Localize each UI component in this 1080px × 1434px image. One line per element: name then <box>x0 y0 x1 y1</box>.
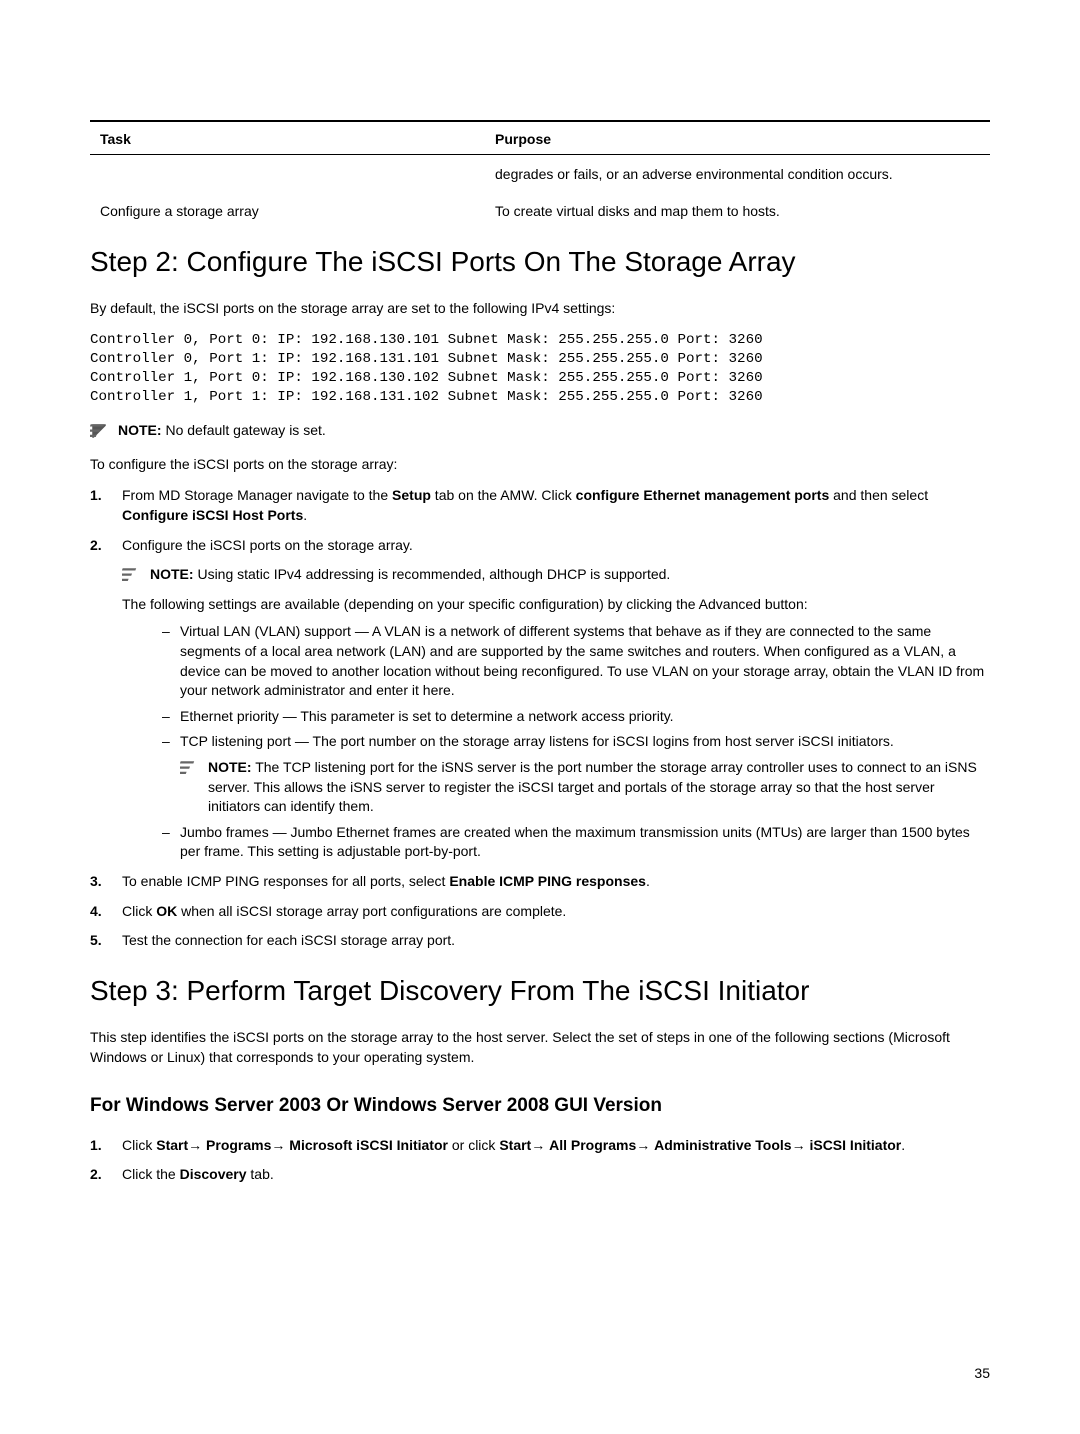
step3-steps: Click Start→ Programs→ Microsoft iSCSI I… <box>90 1136 990 1185</box>
section-title-step3: Step 3: Perform Target Discovery From Th… <box>90 971 990 1010</box>
table-header-task: Task <box>90 130 495 150</box>
table-header-row: Task Purpose <box>90 126 990 154</box>
table-row: Configure a storage array To create virt… <box>90 202 990 222</box>
list-item: TCP listening port — The port number on … <box>162 732 990 816</box>
table-row: degrades or fails, or an adverse environ… <box>90 165 990 185</box>
step2-steps: From MD Storage Manager navigate to the … <box>90 486 990 950</box>
page-number: 35 <box>974 1364 990 1384</box>
table-cell-purpose: To create virtual disks and map them to … <box>495 202 990 222</box>
list-item: From MD Storage Manager navigate to the … <box>90 486 990 525</box>
subitem-text: TCP listening port — The port number on … <box>180 733 894 749</box>
step2-lead: To configure the iSCSI ports on the stor… <box>90 455 990 475</box>
step-text: Click the Discovery tab. <box>122 1166 274 1182</box>
table-body: degrades or fails, or an adverse environ… <box>90 165 990 222</box>
note-icon <box>90 422 108 440</box>
subsection-windows: For Windows Server 2003 Or Windows Serve… <box>90 1093 990 1120</box>
step-text: Click OK when all iSCSI storage array po… <box>122 903 566 919</box>
list-item: Virtual LAN (VLAN) support — A VLAN is a… <box>162 622 990 700</box>
step3-intro: This step identifies the iSCSI ports on … <box>90 1028 990 1067</box>
list-item: Click the Discovery tab. <box>90 1165 990 1185</box>
list-item: Ethernet priority — This parameter is se… <box>162 707 990 727</box>
table-cell-task: Configure a storage array <box>90 202 495 222</box>
section-title-step2: Step 2: Configure The iSCSI Ports On The… <box>90 242 990 281</box>
step-text: To enable ICMP PING responses for all po… <box>122 873 650 889</box>
list-item: Configure the iSCSI ports on the storage… <box>90 536 990 862</box>
note-text: NOTE: Using static IPv4 addressing is re… <box>150 565 990 585</box>
table-cell-purpose: degrades or fails, or an adverse environ… <box>495 165 990 185</box>
note-label: NOTE: <box>150 566 194 582</box>
note-body: No default gateway is set. <box>162 422 326 438</box>
list-item: To enable ICMP PING responses for all po… <box>90 872 990 892</box>
note-static-ipv4: NOTE: Using static IPv4 addressing is re… <box>122 565 990 585</box>
note-text: NOTE: The TCP listening port for the iSN… <box>208 758 990 817</box>
note-icon <box>180 759 198 777</box>
list-item: Jumbo frames — Jumbo Ethernet frames are… <box>162 823 990 862</box>
advanced-sublist: Virtual LAN (VLAN) support — A VLAN is a… <box>122 622 990 862</box>
step-text: Configure the iSCSI ports on the storage… <box>122 537 413 553</box>
step-text: Test the connection for each iSCSI stora… <box>122 932 455 948</box>
note-body: Using static IPv4 addressing is recommen… <box>194 566 671 582</box>
table-cell-task <box>90 165 495 185</box>
step2-intro: By default, the iSCSI ports on the stora… <box>90 299 990 319</box>
note-icon <box>122 566 140 584</box>
iscsi-defaults-code: Controller 0, Port 0: IP: 192.168.130.10… <box>90 331 990 408</box>
note-text: NOTE: No default gateway is set. <box>118 421 990 441</box>
list-item: Test the connection for each iSCSI stora… <box>90 931 990 951</box>
note-no-gateway: NOTE: No default gateway is set. <box>90 421 990 441</box>
step-advanced-intro: The following settings are available (de… <box>122 595 990 615</box>
table-top-rule <box>90 120 990 122</box>
note-body: The TCP listening port for the iSNS serv… <box>208 759 977 814</box>
table-header-rule <box>90 154 990 155</box>
step-text: Click Start→ Programs→ Microsoft iSCSI I… <box>122 1137 905 1153</box>
list-item: Click Start→ Programs→ Microsoft iSCSI I… <box>90 1136 990 1156</box>
note-label: NOTE: <box>118 422 162 438</box>
table-header-purpose: Purpose <box>495 130 990 150</box>
note-tcp-port: NOTE: The TCP listening port for the iSN… <box>180 758 990 817</box>
list-item: Click OK when all iSCSI storage array po… <box>90 902 990 922</box>
note-label: NOTE: <box>208 759 252 775</box>
step-text: From MD Storage Manager navigate to the … <box>122 487 928 523</box>
